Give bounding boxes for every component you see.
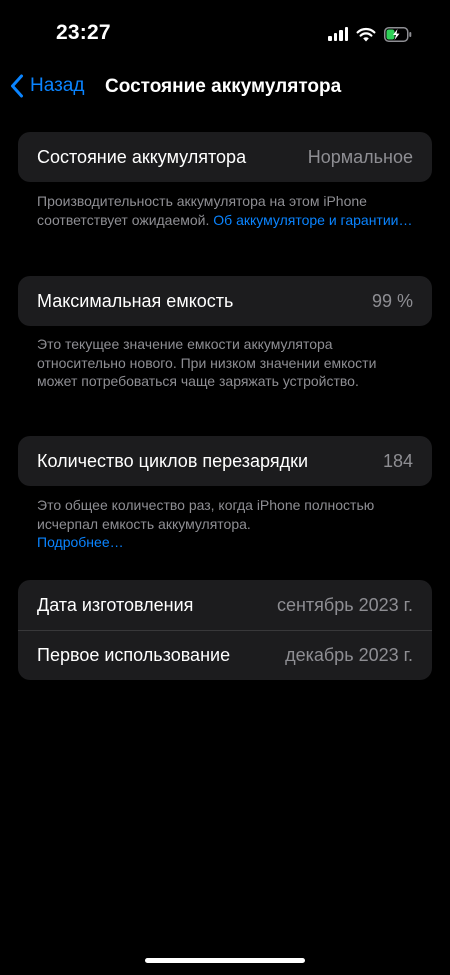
battery-health-row: Состояние аккумулятора Нормальное — [18, 132, 432, 182]
cycle-count-value: 184 — [382, 450, 413, 471]
battery-level-fill — [386, 29, 395, 39]
back-label: Назад — [30, 75, 85, 96]
status-time: 23:27 — [56, 21, 111, 44]
dates-card: Дата изготовления сентябрь 2023 г. Перво… — [18, 580, 432, 680]
battery-health-label: Состояние аккумулятора — [37, 146, 247, 167]
cycle-count-card: Количество циклов перезарядки 184 — [18, 436, 432, 486]
cycle-count-note: Это общее количество раз, когда iPhone п… — [37, 497, 375, 532]
learn-more-link[interactable]: Подробнее… — [37, 534, 124, 550]
navigation-bar: Назад Состояние аккумулятора — [0, 70, 450, 104]
cycle-count-row: Количество циклов перезарядки 184 — [18, 436, 432, 486]
manufacture-date-label: Дата изготовления — [37, 594, 194, 615]
max-capacity-value: 99 % — [371, 290, 413, 311]
battery-health-footnote: Производительность аккумулятора на этом … — [37, 192, 417, 229]
max-capacity-row: Максимальная емкость 99 % — [18, 276, 432, 326]
first-use-row: Первое использование декабрь 2023 г. — [18, 630, 432, 680]
status-bar: 23:27 — [0, 0, 450, 66]
wifi-icon — [356, 27, 376, 41]
cycle-count-label: Количество циклов перезарядки — [37, 450, 309, 471]
battery-charging-icon — [384, 26, 412, 42]
battery-warranty-link[interactable]: Об аккумуляторе и гарантии… — [213, 212, 412, 228]
battery-health-card: Состояние аккумулятора Нормальное — [18, 132, 432, 182]
manufacture-date-value: сентябрь 2023 г. — [276, 594, 413, 615]
max-capacity-footnote: Это текущее значение емкости аккумулятор… — [37, 336, 377, 389]
page-title: Состояние аккумулятора — [105, 76, 342, 97]
cellular-signal-icon — [328, 27, 348, 41]
cycle-count-footnote: Это общее количество раз, когда iPhone п… — [37, 496, 417, 552]
max-capacity-label: Максимальная емкость — [37, 290, 234, 311]
manufacture-date-row: Дата изготовления сентябрь 2023 г. — [18, 580, 432, 630]
back-button[interactable]: Назад — [10, 74, 84, 98]
battery-health-value: Нормальное — [307, 146, 413, 167]
chevron-left-icon — [11, 74, 23, 98]
max-capacity-card: Максимальная емкость 99 % — [18, 276, 432, 326]
first-use-label: Первое использование — [37, 645, 231, 665]
home-indicator[interactable] — [145, 958, 305, 963]
status-icons — [328, 24, 412, 44]
first-use-value: декабрь 2023 г. — [285, 645, 413, 665]
